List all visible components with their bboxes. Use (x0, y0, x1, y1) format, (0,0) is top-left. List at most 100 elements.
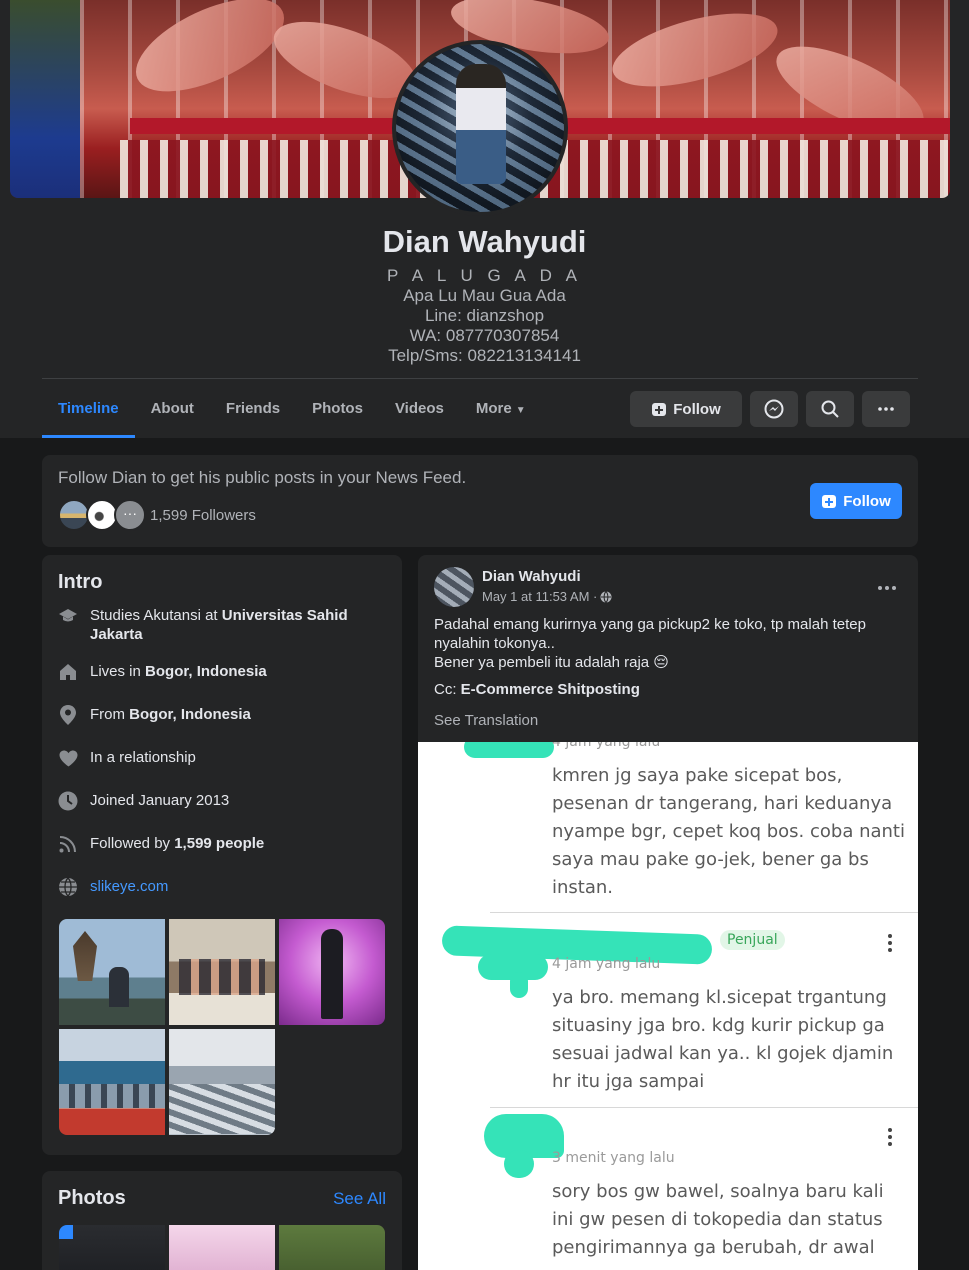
intro-joined-text: Joined January 2013 (90, 792, 230, 809)
comment-line: situasiny jga bro. kdg kurir pickup ga (552, 1015, 885, 1036)
comment-divider (490, 912, 918, 913)
globe-icon (58, 877, 78, 897)
comment-time: 4 jam yang lalu (552, 956, 661, 972)
comment-divider (490, 1107, 918, 1108)
comment-line: instan. (552, 877, 614, 898)
comment-options-icon (888, 934, 892, 955)
more-icon (878, 586, 896, 590)
tab-friends[interactable]: Friends (210, 380, 296, 438)
photo-detail (73, 931, 97, 981)
photo-thumbnail[interactable] (169, 1225, 275, 1270)
intro-joined: Joined January 2013 (58, 791, 388, 811)
featured-photo[interactable] (59, 919, 165, 1025)
profile-name: Dian Wahyudi (382, 224, 587, 259)
photo-thumbnail[interactable] (279, 1225, 385, 1270)
photo-thumbnail[interactable] (59, 1225, 165, 1270)
post-options-button[interactable] (878, 577, 896, 595)
comment-text: kmren jg saya pake sicepat bos, pesenan … (552, 762, 905, 902)
photo-detail (59, 1084, 165, 1108)
followers-count[interactable]: 1,599 Followers (150, 507, 256, 524)
tab-more-label: More (475, 400, 512, 417)
graduation-cap-icon (58, 606, 78, 626)
home-icon (58, 662, 78, 682)
comment-time: 3 menit yang lalu (552, 1150, 675, 1166)
bio-line: P A L U G A D A (386, 266, 583, 285)
see-translation-link[interactable]: See Translation (434, 712, 538, 729)
intro-followed-prefix: Followed by (90, 835, 175, 852)
follow-card: Follow Dian to get his public posts in y… (42, 455, 918, 547)
post-cc-page-link[interactable]: E-Commerce Shitposting (461, 681, 640, 698)
rss-icon (58, 834, 78, 854)
header-follow-label: Follow (673, 400, 721, 418)
search-button[interactable] (806, 391, 854, 427)
tab-about[interactable]: About (135, 380, 210, 438)
see-all-photos-link[interactable]: See All (333, 1189, 386, 1209)
cover-fish (605, 0, 785, 101)
post-meta: May 1 at 11:53 AM · (482, 589, 612, 604)
clock-icon (58, 791, 78, 811)
heart-icon (58, 748, 78, 768)
post-text: Padahal emang kurirnya yang ga pickup2 k… (434, 615, 904, 672)
redaction-scribble (510, 972, 528, 998)
post-author-name[interactable]: Dian Wahyudi (482, 568, 581, 585)
post-cc-prefix: Cc: (434, 681, 461, 698)
photo-detail (109, 967, 129, 1007)
intro-studies: Studies Akutansi at Universitas Sahid Ja… (58, 606, 388, 644)
follow-message: Follow Dian to get his public posts in y… (58, 468, 467, 487)
follower-avatars[interactable]: ··· (58, 499, 153, 531)
featured-photo[interactable] (169, 1029, 275, 1135)
intro-followed-link[interactable]: 1,599 people (174, 835, 264, 852)
intro-from-link[interactable]: Bogor, Indonesia (129, 706, 251, 723)
follow-button[interactable]: Follow (810, 483, 902, 519)
profile-bio: P A L U G A D A Apa Lu Mau Gua Ada Line:… (0, 266, 969, 366)
comment-line: hr itu jga sampai (552, 1071, 705, 1092)
intro-lives-prefix: Lives in (90, 663, 146, 680)
search-icon (821, 400, 839, 418)
post-author-avatar[interactable] (434, 567, 474, 607)
intro-card: Intro Studies Akutansi at Universitas Sa… (42, 555, 402, 1155)
tab-videos[interactable]: Videos (379, 380, 460, 438)
tab-photos[interactable]: Photos (296, 380, 379, 438)
photos-card: Photos See All (42, 1171, 402, 1270)
comment-line: sory bos gw bawel, soalnya baru kali (552, 1181, 884, 1202)
comment-line: kmren jg saya pake sicepat bos, (552, 765, 843, 786)
post-image[interactable]: 4 jam yang lalu kmren jg saya pake sicep… (418, 742, 918, 1270)
profile-tabs: Timeline About Friends Photos Videos Mor… (42, 380, 542, 438)
post-timestamp[interactable]: May 1 at 11:53 AM · (482, 589, 597, 604)
cover-fish (122, 0, 298, 111)
featured-photo[interactable] (59, 1029, 165, 1135)
featured-photo[interactable] (279, 919, 385, 1025)
intro-title: Intro (58, 571, 103, 593)
intro-lives-link[interactable]: Bogor, Indonesia (145, 663, 267, 680)
intro-followed: Followed by 1,599 people (58, 834, 388, 854)
tab-timeline[interactable]: Timeline (42, 380, 135, 438)
seller-badge: Penjual (720, 930, 785, 950)
post-text-line: Bener ya pembeli itu adalah raja 😔 (434, 654, 669, 671)
cover-person (10, 0, 80, 198)
follow-icon (652, 403, 667, 416)
messenger-button[interactable] (750, 391, 798, 427)
header-divider (42, 378, 918, 379)
redaction-scribble (464, 742, 554, 758)
comment-line: ya bro. memang kl.sicepat trgantung (552, 987, 887, 1008)
bio-line: WA: 087770307854 (409, 326, 560, 345)
tab-more[interactable]: More ▼ (460, 380, 542, 438)
avatar-figure (456, 64, 506, 184)
more-options-button[interactable] (862, 391, 910, 427)
intro-website-link[interactable]: slikeye.com (90, 877, 168, 897)
comment-time: 4 jam yang lalu (552, 742, 661, 750)
bio-line: Apa Lu Mau Gua Ada (403, 286, 566, 305)
header-follow-button[interactable]: Follow (630, 391, 742, 427)
intro-relationship: In a relationship (58, 748, 388, 768)
comment-text: ya bro. memang kl.sicepat trgantung situ… (552, 984, 893, 1096)
intro-studies-prefix: Studies Akutansi at (90, 607, 222, 624)
redaction-scribble (504, 1150, 534, 1178)
comment-text: sory bos gw bawel, soalnya baru kali ini… (552, 1178, 884, 1262)
profile-avatar[interactable] (392, 40, 568, 216)
intro-from: From Bogor, Indonesia (58, 705, 388, 725)
photos-title: Photos (58, 1187, 126, 1209)
intro-from-prefix: From (90, 706, 130, 723)
more-icon (878, 407, 894, 411)
location-pin-icon (58, 705, 78, 725)
featured-photo[interactable] (169, 919, 275, 1025)
